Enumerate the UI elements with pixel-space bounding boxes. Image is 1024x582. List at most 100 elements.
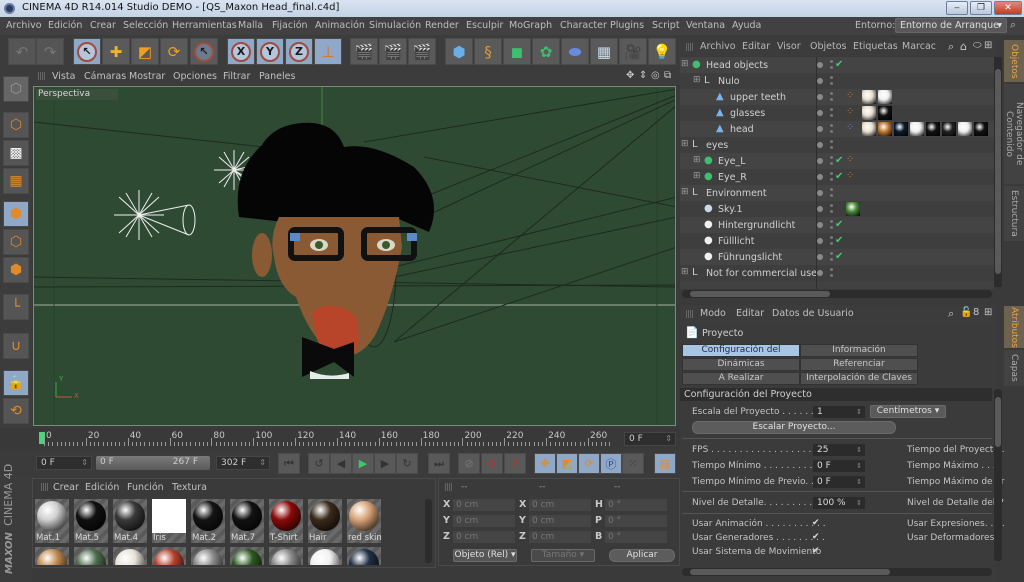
coordinate-mode-select[interactable]: Objeto (Rel) ▾ <box>453 549 517 562</box>
material-swatch[interactable] <box>269 547 303 565</box>
snap-button[interactable]: ∪ <box>3 333 29 359</box>
frame-ruler[interactable]: 0 20 40 60 80 100 120 140 160 180 200 220 240 260 <box>36 430 620 446</box>
camera-button[interactable]: 🎥 <box>619 38 647 65</box>
enabled-check-icon[interactable]: ✔ <box>835 251 843 262</box>
render-visibility-dots[interactable] <box>830 268 833 271</box>
object-vertical-scrollbar[interactable] <box>994 57 1002 287</box>
objects-menu-archivo[interactable]: Archivo <box>700 41 736 52</box>
render-picture-viewer-button[interactable]: 🎬 <box>379 38 407 65</box>
material-swatch[interactable]: red skin <box>347 499 382 543</box>
visibility-dot[interactable] <box>817 110 823 116</box>
minimize-button[interactable]: ‒ <box>946 1 968 15</box>
scroll-thumb[interactable] <box>995 397 1001 447</box>
spline-button[interactable]: § <box>474 38 502 65</box>
menu-seleccion[interactable]: Selección <box>123 20 168 31</box>
material-menu-edicion[interactable]: Edición <box>85 482 119 493</box>
coord-rot-field[interactable]: 0 ° <box>605 515 667 527</box>
attr-horizontal-scrollbar[interactable] <box>682 568 992 576</box>
material-swatch[interactable] <box>74 547 108 565</box>
material-swatch[interactable] <box>113 547 147 565</box>
record-parameter-button[interactable]: Ⓟ <box>600 453 622 474</box>
menu-plugins[interactable]: Plugins <box>610 20 644 31</box>
render-visibility-dots[interactable] <box>830 252 833 255</box>
viewport-menu-camaras[interactable]: Cámaras <box>84 71 126 82</box>
material-tag-icon[interactable] <box>974 122 988 136</box>
floor-button[interactable]: ▦ <box>590 38 618 65</box>
phong-tag-icon[interactable]: ⁘ <box>846 106 860 120</box>
end-frame-field[interactable]: 302 F ⇕ <box>216 456 270 470</box>
material-menu-textura[interactable]: Textura <box>172 482 207 493</box>
material-swatch[interactable]: T-Shirt <box>269 499 303 543</box>
scroll-thumb[interactable] <box>995 69 1001 274</box>
render-visibility-dots[interactable] <box>830 220 833 223</box>
visibility-dot[interactable] <box>817 238 823 244</box>
go-to-end-button[interactable]: ⏭ <box>428 453 450 474</box>
attr-menu-editar[interactable]: Editar <box>736 308 764 319</box>
objects-menu-editar[interactable]: Editar <box>742 41 770 52</box>
enabled-check-icon[interactable]: ✔ <box>835 155 843 166</box>
search-icon[interactable]: ⌕ <box>1010 18 1016 32</box>
viewport-menu-filtrar[interactable]: Filtrar <box>223 71 250 82</box>
tab-capas[interactable]: Capas <box>1004 350 1024 386</box>
previous-frame-button[interactable]: ◀ <box>330 453 352 474</box>
object-row[interactable]: ⊞ L Environment <box>680 185 994 201</box>
z-axis-lock[interactable]: Z <box>285 38 313 65</box>
material-menu-crear[interactable]: Crear <box>53 482 79 493</box>
material-scrollbar[interactable] <box>425 499 432 563</box>
use-animation-checkbox[interactable]: ✔ <box>812 518 820 528</box>
tab-informacion[interactable]: Información <box>800 344 918 357</box>
y-axis-lock[interactable]: Y <box>256 38 284 65</box>
visibility-dot[interactable] <box>817 62 823 68</box>
visibility-dot[interactable] <box>817 190 823 196</box>
material-swatch[interactable]: Mat.5 <box>74 499 108 543</box>
grip-icon[interactable] <box>445 483 453 491</box>
object-row[interactable]: ▲ head ⁘ <box>680 121 994 137</box>
move-tool[interactable]: ✚ <box>102 38 130 65</box>
expand-toggle-icon[interactable]: ⊞ <box>681 187 689 197</box>
maximize-view-icon[interactable]: ⧉ <box>664 70 671 81</box>
close-button[interactable]: ✕ <box>994 1 1022 15</box>
material-menu-funcion[interactable]: Función <box>127 482 164 493</box>
play-button[interactable]: ▶ <box>352 453 374 474</box>
new-panel-icon[interactable]: ⊞ <box>984 307 992 318</box>
visibility-dot[interactable] <box>817 206 823 212</box>
object-horizontal-scrollbar[interactable] <box>682 290 992 298</box>
undo-button[interactable]: ↶ <box>8 38 36 65</box>
phong-tag-icon[interactable]: ⁘ <box>846 122 860 136</box>
phong-tag-icon[interactable]: ⁘ <box>846 154 860 168</box>
scroll-thumb[interactable] <box>690 291 830 297</box>
zoom-icon[interactable]: ⇕ <box>639 70 647 81</box>
menu-malla[interactable]: Malla <box>238 20 263 31</box>
expand-toggle-icon[interactable]: ⊞ <box>681 139 689 149</box>
keyframe-selection-button[interactable]: ? <box>504 453 526 474</box>
menu-simulacion[interactable]: Simulación <box>369 20 421 31</box>
project-scale-field[interactable]: 1 ⇕ <box>813 406 865 418</box>
menu-ventana[interactable]: Ventana <box>686 20 725 31</box>
tab-navegador-de-contenido[interactable]: Navegador de Contenido <box>1004 84 1024 184</box>
redo-button[interactable]: ↷ <box>36 38 64 65</box>
menu-fijacion[interactable]: Fijación <box>272 20 308 31</box>
tab-atributos[interactable]: Atributos <box>1004 306 1024 348</box>
material-swatch[interactable]: Mat.1 <box>35 499 69 543</box>
viewport-menu-vista[interactable]: Vista <box>52 71 75 82</box>
scale-unit-select[interactable]: Centímetros ▾ <box>870 405 946 418</box>
go-to-start-button[interactable]: ⏮ <box>278 453 300 474</box>
render-visibility-dots[interactable] <box>830 204 833 207</box>
coord-size-field[interactable]: 0 cm <box>529 531 591 543</box>
record-scale-button[interactable]: ◩ <box>556 453 578 474</box>
visibility-dot[interactable] <box>817 254 823 260</box>
menu-crear[interactable]: Crear <box>90 20 116 31</box>
next-frame-button[interactable]: ▶ <box>374 453 396 474</box>
menu-script[interactable]: Script <box>652 20 680 31</box>
viewport-menu-paneles[interactable]: Paneles <box>259 71 295 82</box>
live-selection-tool[interactable]: ↖ <box>73 38 101 65</box>
render-visibility-dots[interactable] <box>830 140 833 143</box>
visibility-icon[interactable]: ⬭ <box>973 40 982 51</box>
material-tag-icon[interactable] <box>862 122 876 136</box>
menu-render[interactable]: Render <box>425 20 459 31</box>
tab-estructura[interactable]: Estructura <box>1004 186 1024 241</box>
menu-archivo[interactable]: Archivo <box>6 20 42 31</box>
current-frame-field[interactable]: 0 F ⇕ <box>624 432 676 446</box>
search-icon[interactable]: ⌕ <box>948 40 954 54</box>
previous-key-button[interactable]: ↺ <box>308 453 330 474</box>
